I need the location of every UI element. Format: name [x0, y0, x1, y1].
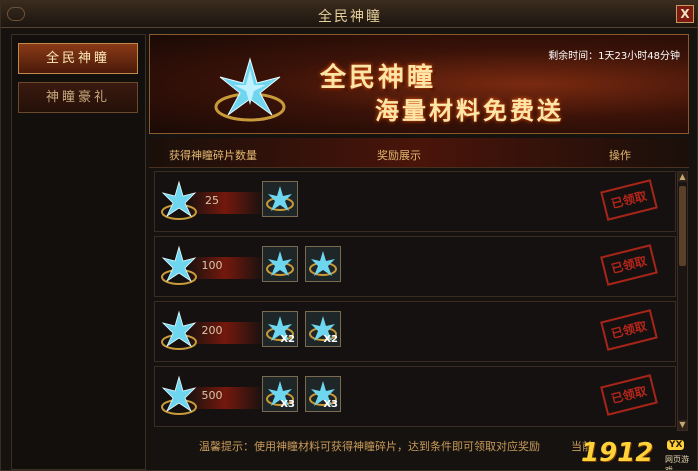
close-button[interactable]: X	[676, 5, 694, 23]
site-logo: 1912 YX 网页游戏	[581, 438, 693, 471]
fragment-count: 100	[201, 259, 223, 272]
header-count: 获得神瞳碎片数量	[169, 149, 257, 162]
shard-gem-icon	[161, 245, 197, 285]
claimed-stamp: 已领取	[600, 244, 658, 286]
shentong-material-icon	[266, 186, 294, 211]
reward-item-slot[interactable]: X3	[305, 376, 341, 412]
header-rewards: 奖励展示	[377, 149, 421, 162]
sidebar: 全民神瞳 神瞳豪礼	[11, 34, 146, 470]
logo-subtitle: 网页游戏	[665, 455, 689, 471]
reward-item-slot[interactable]: X2	[262, 311, 298, 347]
tab-quanmin-shentong[interactable]: 全民神瞳	[18, 43, 138, 74]
fragment-count: 200	[201, 324, 223, 337]
logo-badge: YX	[667, 440, 685, 450]
logo-number: 1912	[581, 438, 654, 468]
scroll-up-icon[interactable]: ▲	[678, 172, 687, 182]
crystal-emblem-icon	[214, 57, 286, 122]
reward-item-slot[interactable]	[262, 246, 298, 282]
tab-shentong-haoli[interactable]: 神瞳豪礼	[18, 82, 138, 113]
event-banner: 全民神瞳 海量材料免费送 剩余时间：1天23小时48分钟	[149, 34, 689, 134]
reward-row: 25 已领取	[154, 171, 676, 232]
main-panel: 全民神瞳 海量材料免费送 剩余时间：1天23小时48分钟 获得神瞳碎片数量 奖励…	[149, 34, 695, 470]
header-action: 操作	[609, 149, 631, 162]
reward-row: 200 X2 X2 已领取	[154, 301, 676, 362]
activity-window: 全民神瞳 X 全民神瞳 神瞳豪礼 全民神瞳 海量材料免费送 剩余时间：1天23小…	[0, 0, 698, 471]
reward-qty: X2	[323, 334, 338, 345]
shard-gem-icon	[161, 180, 197, 220]
scroll-down-icon[interactable]: ▼	[678, 420, 687, 430]
fragment-count: 25	[205, 194, 219, 207]
list-scrollbar[interactable]: ▲ ▼	[677, 171, 688, 431]
shentong-material-icon	[309, 251, 337, 276]
reward-qty: X2	[280, 334, 295, 345]
window-title: 全民神瞳	[318, 9, 382, 25]
reward-item-slot[interactable]: X2	[305, 311, 341, 347]
reward-row: 100 已领取	[154, 236, 676, 297]
shard-gem-icon	[161, 310, 197, 350]
countdown-timer: 剩余时间：1天23小时48分钟	[548, 51, 680, 62]
shard-gem-icon	[161, 375, 197, 415]
banner-title: 全民神瞳	[320, 63, 437, 93]
scroll-thumb[interactable]	[679, 186, 686, 266]
reward-item-slot[interactable]	[262, 181, 298, 217]
title-bar: 全民神瞳 X	[1, 1, 697, 28]
banner-subtitle: 海量材料免费送	[375, 97, 564, 125]
table-header: 获得神瞳碎片数量 奖励展示 操作	[149, 138, 689, 168]
reward-qty: X3	[323, 399, 338, 410]
reward-item-slot[interactable]	[305, 246, 341, 282]
reward-list: 25 已领取 100 已领取 200 X2 X2 已领取 500 X3 X3 已…	[154, 171, 676, 431]
claimed-stamp: 已领取	[600, 309, 658, 351]
reward-qty: X3	[280, 399, 295, 410]
reward-item-slot[interactable]: X3	[262, 376, 298, 412]
fragment-count: 500	[201, 389, 223, 402]
claimed-stamp: 已领取	[600, 179, 658, 221]
reward-row: 500 X3 X3 已领取	[154, 366, 676, 427]
claimed-stamp: 已领取	[600, 374, 658, 416]
shentong-material-icon	[266, 251, 294, 276]
